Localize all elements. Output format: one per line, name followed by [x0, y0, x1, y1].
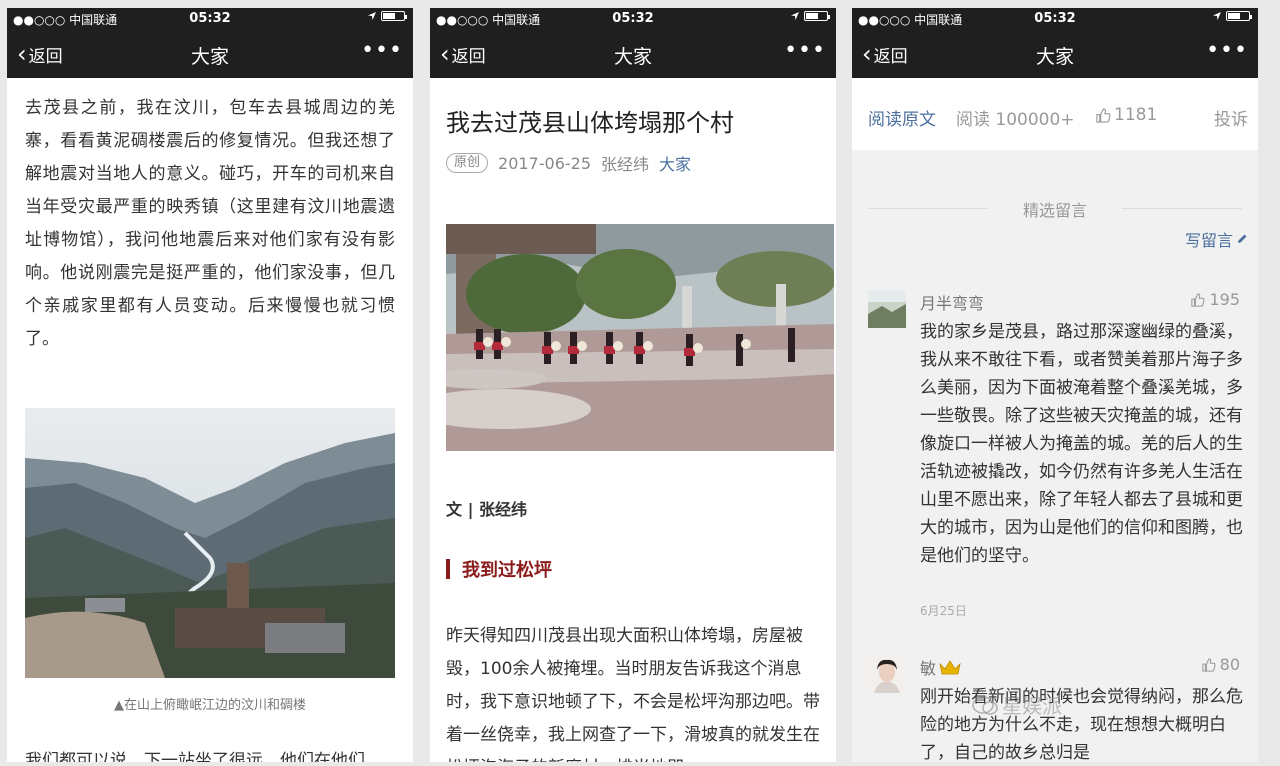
status-bar: ●●○○○ 中国联通 05:32	[7, 8, 413, 30]
mountain-photo	[25, 408, 395, 678]
battery-icon	[381, 11, 407, 21]
location-icon	[791, 12, 799, 20]
nav-title: 大家	[613, 46, 652, 68]
phone-screen-2: ●●○○○ 中国联通 05:32 ‹ 返回 大家 ••• 我去过茂县山体垮塌那个…	[430, 8, 836, 762]
comment-item: 月半弯弯 195 我的家乡是茂县，路过那深邃幽绿的叠溪，我从来不敢往下看，或者赞…	[868, 290, 1248, 630]
article-author: 张经纬	[601, 155, 650, 174]
plaza-photo	[446, 224, 834, 451]
divider-right	[1122, 208, 1242, 209]
watermark-text: 星娱派	[1002, 694, 1062, 718]
byline: 文 | 张经纬	[446, 500, 527, 519]
comment-like-count: 80	[1219, 655, 1240, 674]
thumb-up-icon	[1201, 657, 1216, 672]
report-link[interactable]: 投诉	[1214, 105, 1248, 130]
account-link[interactable]: 大家	[659, 151, 691, 175]
comment-like-count: 195	[1209, 290, 1240, 309]
crown-icon	[939, 660, 961, 675]
nav-title: 大家	[190, 46, 229, 68]
article-meta: 原创 2017-06-25 张经纬 大家	[446, 151, 691, 175]
status-time: 05:32	[612, 11, 654, 26]
nav-bar: ‹ 返回 大家 •••	[852, 30, 1258, 78]
location-icon	[1213, 12, 1221, 20]
avatar[interactable]	[868, 290, 906, 328]
article-paragraph: 去茂县之前，我在汶川，包车去县城周边的羌寨，看看黄泥碉楼震后的修复情况。但我还想…	[25, 98, 395, 349]
location-icon	[368, 12, 376, 20]
status-time: 05:32	[1034, 11, 1076, 26]
phone-screen-1: ●●○○○ 中国联通 05:32 ‹ 返回 大家 ••• 去茂县之前，我在汶川，…	[7, 8, 413, 762]
more-icon[interactable]: •••	[1206, 38, 1248, 63]
battery-icon	[1226, 11, 1252, 21]
comment-text: 刚开始看新闻的时候也会觉得纳闷，那么危险的地方为什么不走，现在想想大概明白了，自…	[920, 687, 1243, 762]
nav-bar: ‹ 返回 大家 •••	[430, 30, 836, 78]
photo-caption: ▲在山上俯瞰岷江边的汶川和碉楼	[114, 698, 306, 713]
nav-title: 大家	[1035, 46, 1074, 68]
write-comment-button[interactable]: 写留言	[1185, 227, 1248, 251]
comment-date: 6月25日	[920, 604, 967, 618]
thumb-up-icon	[1096, 107, 1111, 123]
comment-like-button[interactable]: 195	[1191, 290, 1240, 309]
battery-icon	[804, 11, 830, 21]
status-bar: ●●○○○ 中国联通 05:32	[852, 8, 1258, 30]
comment-author-name: 敏	[920, 659, 937, 678]
status-time: 05:32	[189, 11, 231, 26]
article-footer: 阅读原文 阅读 100000+ 1181 投诉	[852, 78, 1258, 150]
section-heading: 我到过松坪	[446, 556, 552, 582]
comment-text: 我的家乡是茂县，路过那深邃幽绿的叠溪，我从来不敢往下看，或者赞美着那片海子多么美…	[920, 322, 1243, 566]
write-comment-label: 写留言	[1184, 231, 1233, 250]
section-title: 我到过松坪	[462, 560, 552, 581]
comments-section: 精选留言 写留言 月半弯弯 195 我的家乡是茂县，路过那深邃幽绿的叠溪，我从来…	[852, 150, 1258, 762]
status-bar: ●●○○○ 中国联通 05:32	[430, 8, 836, 30]
article-date: 2017-06-25	[498, 153, 591, 173]
more-icon[interactable]: •••	[784, 38, 826, 63]
read-original-link[interactable]: 阅读原文	[868, 105, 936, 130]
comment-like-button[interactable]: 80	[1201, 655, 1240, 674]
avatar[interactable]	[868, 655, 906, 693]
status-right	[790, 11, 830, 21]
original-tag: 原创	[446, 153, 489, 173]
article-paragraph: 昨天得知四川茂县出现大面积山体垮塌，房屋被毁，100余人被掩埋。当时朋友告诉我这…	[446, 626, 820, 762]
comment-author: 月半弯弯	[920, 294, 985, 313]
selected-comments-header: 精选留言	[1022, 201, 1087, 220]
comment-author: 敏	[920, 655, 961, 679]
like-button[interactable]: 1181	[1096, 105, 1157, 125]
thumb-up-icon	[1191, 292, 1205, 307]
watermark: 星娱派	[972, 690, 1062, 719]
status-right	[367, 11, 407, 21]
watermark-logo-icon	[972, 695, 998, 715]
nav-bar: ‹ 返回 大家 •••	[7, 30, 413, 78]
phone-screen-3: ●●○○○ 中国联通 05:32 ‹ 返回 大家 ••• 阅读原文 阅读 100…	[852, 8, 1258, 762]
read-count: 阅读 100000+	[956, 110, 1075, 130]
article-title: 我去过茂县山体垮塌那个村	[446, 109, 734, 137]
status-right	[1212, 11, 1252, 21]
pencil-icon	[1238, 234, 1247, 243]
section-bar	[446, 559, 450, 579]
more-icon[interactable]: •••	[361, 38, 403, 63]
cut-off-text: 我们都可以说，下一站坐了很远，他们在他们	[25, 751, 365, 762]
like-count: 1181	[1114, 105, 1158, 125]
